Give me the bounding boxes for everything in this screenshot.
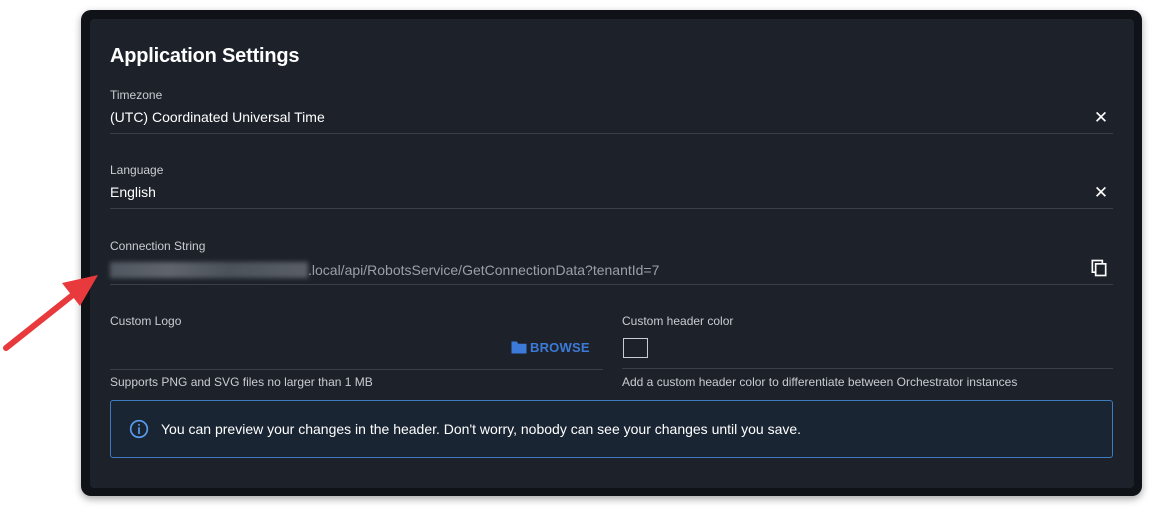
timezone-select[interactable]: (UTC) Coordinated Universal Time	[110, 109, 325, 125]
language-underline	[110, 208, 1113, 209]
custom-logo-underline	[110, 369, 603, 370]
info-alert-text: You can preview your changes in the head…	[161, 421, 802, 437]
connection-string-label: Connection String	[110, 239, 206, 253]
connection-string-redacted	[110, 262, 308, 278]
page-title: Application Settings	[110, 45, 300, 67]
custom-header-color-helper: Add a custom header color to differentia…	[622, 375, 1018, 389]
header-color-swatch[interactable]	[623, 338, 648, 358]
timezone-underline	[110, 133, 1113, 134]
custom-header-color-label: Custom header color	[622, 314, 734, 328]
language-select[interactable]: English	[110, 184, 156, 200]
browse-button[interactable]: BROWSE	[510, 338, 590, 356]
browse-button-label: BROWSE	[530, 339, 590, 355]
custom-logo-helper: Supports PNG and SVG files no larger tha…	[110, 375, 373, 389]
custom-header-color-underline	[622, 368, 1113, 369]
folder-icon	[511, 341, 527, 353]
copy-icon[interactable]	[1089, 258, 1109, 278]
connection-string-value[interactable]: .local/api/RobotsService/GetConnectionDa…	[308, 262, 659, 278]
connection-string-underline	[110, 284, 1113, 285]
custom-logo-label: Custom Logo	[110, 314, 182, 328]
timezone-clear-icon[interactable]: ✕	[1093, 109, 1109, 126]
language-label: Language	[110, 163, 164, 177]
info-icon	[129, 419, 149, 439]
language-clear-icon[interactable]: ✕	[1093, 184, 1109, 201]
timezone-label: Timezone	[110, 88, 163, 102]
